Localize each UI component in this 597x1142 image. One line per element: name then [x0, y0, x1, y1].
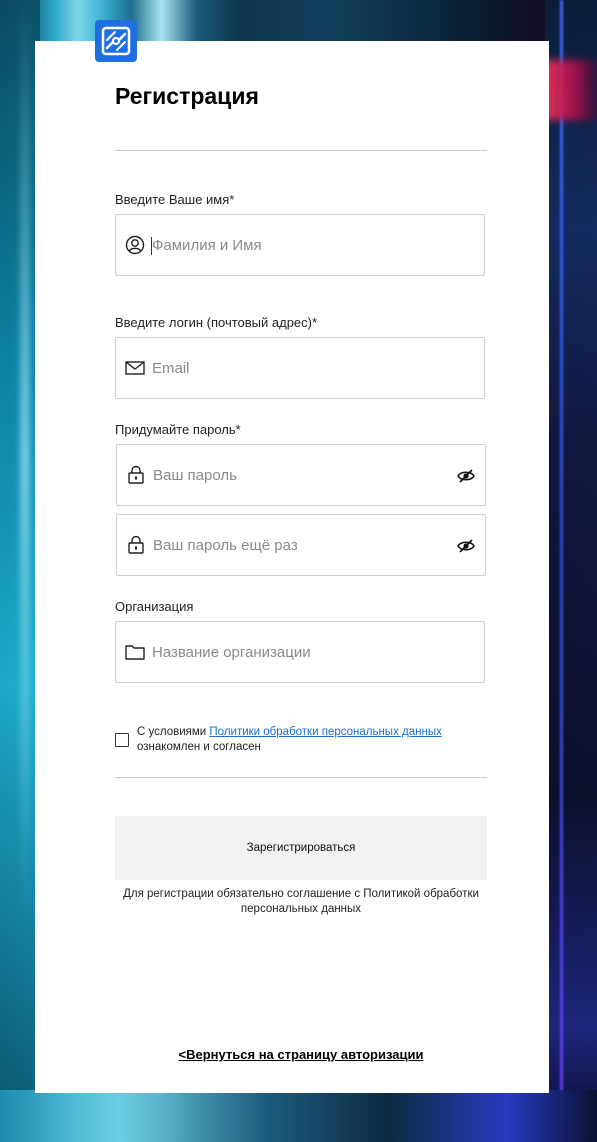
organization-placeholder: Название организации	[152, 644, 311, 661]
divider	[115, 777, 487, 778]
password-field[interactable]: Ваш пароль	[116, 444, 486, 506]
back-to-login-link[interactable]: <Вернуться на страницу авторизации	[115, 1047, 487, 1062]
registration-panel: Регистрация Введите Ваше имя* Фамилия и …	[35, 41, 549, 1093]
user-circle-icon	[125, 235, 145, 255]
password-repeat-field[interactable]: Ваш пароль ещё раз	[116, 514, 486, 576]
password-repeat-placeholder: Ваш пароль ещё раз	[153, 537, 298, 554]
name-placeholder: Фамилия и Имя	[152, 237, 262, 254]
consent-prefix: С условиями	[137, 726, 210, 738]
privacy-policy-link[interactable]: Политики обработки персональных данных	[209, 726, 441, 738]
lock-icon	[126, 465, 146, 485]
envelope-icon	[125, 358, 145, 378]
consent-checkbox[interactable]	[115, 733, 129, 747]
register-button[interactable]: Зарегистрироваться	[115, 816, 487, 880]
lock-icon	[126, 535, 146, 555]
submit-note: Для регистрации обязательно соглашение с…	[123, 888, 479, 915]
name-field[interactable]: Фамилия и Имя	[115, 214, 485, 276]
organization-label: Организация	[115, 599, 194, 614]
eye-icon[interactable]	[457, 537, 475, 555]
email-placeholder: Email	[152, 360, 190, 377]
login-label: Введите логин (почтовый адрес)*	[115, 315, 318, 330]
name-label: Введите Ваше имя*	[115, 192, 235, 207]
consent-text: С условиями Политики обработки персональ…	[137, 725, 487, 755]
consent-suffix: ознакомлен и согласен	[137, 741, 261, 753]
password-label: Придумайте пароль*	[115, 422, 241, 437]
divider	[115, 150, 487, 151]
brand-logo-icon	[95, 20, 137, 62]
email-field[interactable]: Email	[115, 337, 485, 399]
page-title: Регистрация	[115, 83, 259, 109]
folder-icon	[125, 642, 145, 662]
password-placeholder: Ваш пароль	[153, 467, 237, 484]
organization-field[interactable]: Название организации	[115, 621, 485, 683]
eye-icon[interactable]	[457, 467, 475, 485]
